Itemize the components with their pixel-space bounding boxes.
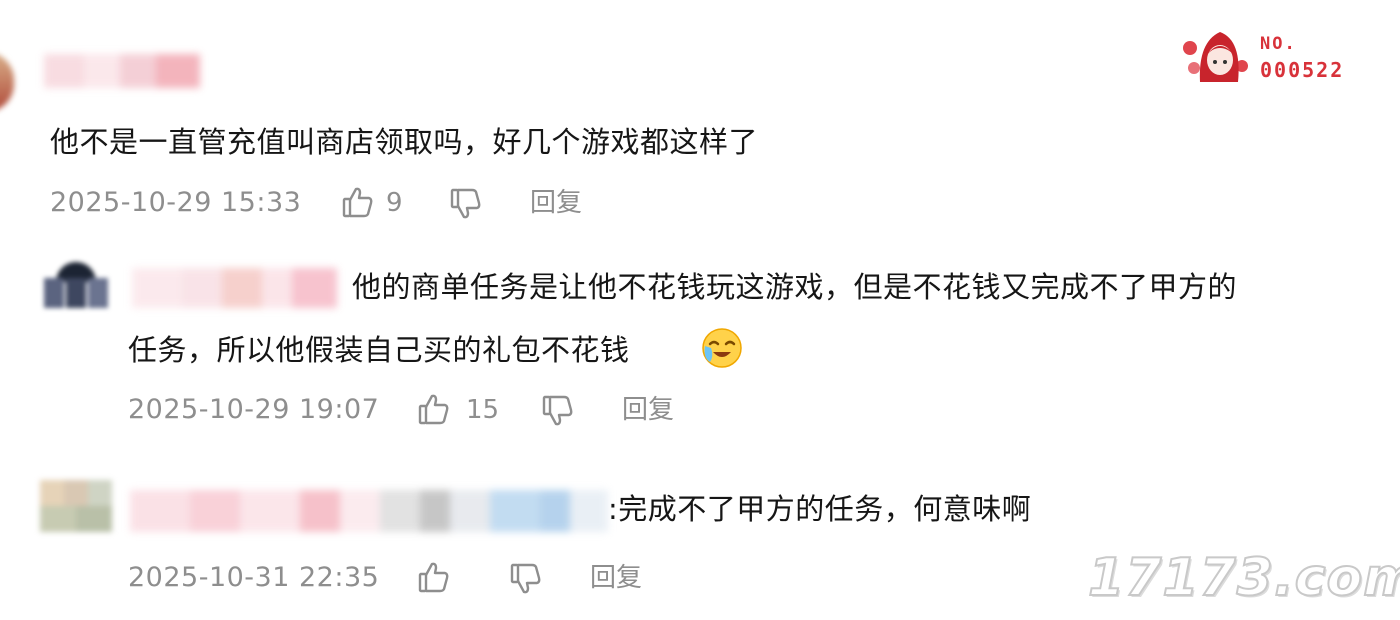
comment-text: :完成不了甲方的任务，何意味啊 xyxy=(608,492,1032,526)
thumbs-down-icon[interactable] xyxy=(510,562,542,596)
thumbs-up-icon[interactable] xyxy=(418,392,450,426)
comment-timestamp: 2025-10-29 15:33 xyxy=(50,187,302,218)
badge-avatar-icon xyxy=(1180,22,1252,84)
reply-button[interactable]: 回复 xyxy=(590,560,642,596)
comment-text-line-1: 他的商单任务是让他不花钱玩这游戏，但是不花钱又完成不了甲方的 xyxy=(352,270,1238,304)
reply-button[interactable]: 回复 xyxy=(530,185,582,221)
avatar[interactable] xyxy=(40,262,112,312)
thumbs-down-icon[interactable] xyxy=(450,187,482,221)
username[interactable] xyxy=(130,490,608,532)
comment-timestamp: 2025-10-31 22:35 xyxy=(128,562,380,593)
avatar[interactable] xyxy=(0,52,14,112)
badge-number-label: NO. xyxy=(1260,34,1297,54)
comment-text: 他不是一直管充值叫商店领取吗，好几个游戏都这样了 xyxy=(50,125,759,159)
badge-number: 000522 xyxy=(1260,58,1345,82)
username[interactable] xyxy=(132,268,337,308)
thumbs-up-icon[interactable] xyxy=(418,560,450,594)
username[interactable] xyxy=(44,54,200,88)
user-badge: NO. 000522 xyxy=(1180,22,1370,88)
comment-timestamp: 2025-10-29 19:07 xyxy=(128,394,380,425)
like-count: 15 xyxy=(466,395,500,425)
comment-text-line-2: 任务，所以他假装自己买的礼包不花钱 xyxy=(128,333,630,367)
crying-emoji-icon xyxy=(700,326,744,370)
thumbs-up-icon[interactable] xyxy=(342,185,374,219)
like-count: 9 xyxy=(386,188,403,218)
thumbs-down-icon[interactable] xyxy=(542,394,574,428)
site-watermark: 17173.com xyxy=(1087,547,1400,609)
reply-button[interactable]: 回复 xyxy=(622,392,674,428)
avatar[interactable] xyxy=(40,480,112,532)
